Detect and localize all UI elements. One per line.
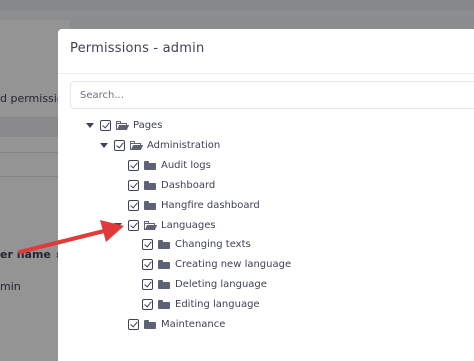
screen: d permission er name ⇕ min Permissions -… [0,0,474,361]
arrow-icon [18,220,124,254]
